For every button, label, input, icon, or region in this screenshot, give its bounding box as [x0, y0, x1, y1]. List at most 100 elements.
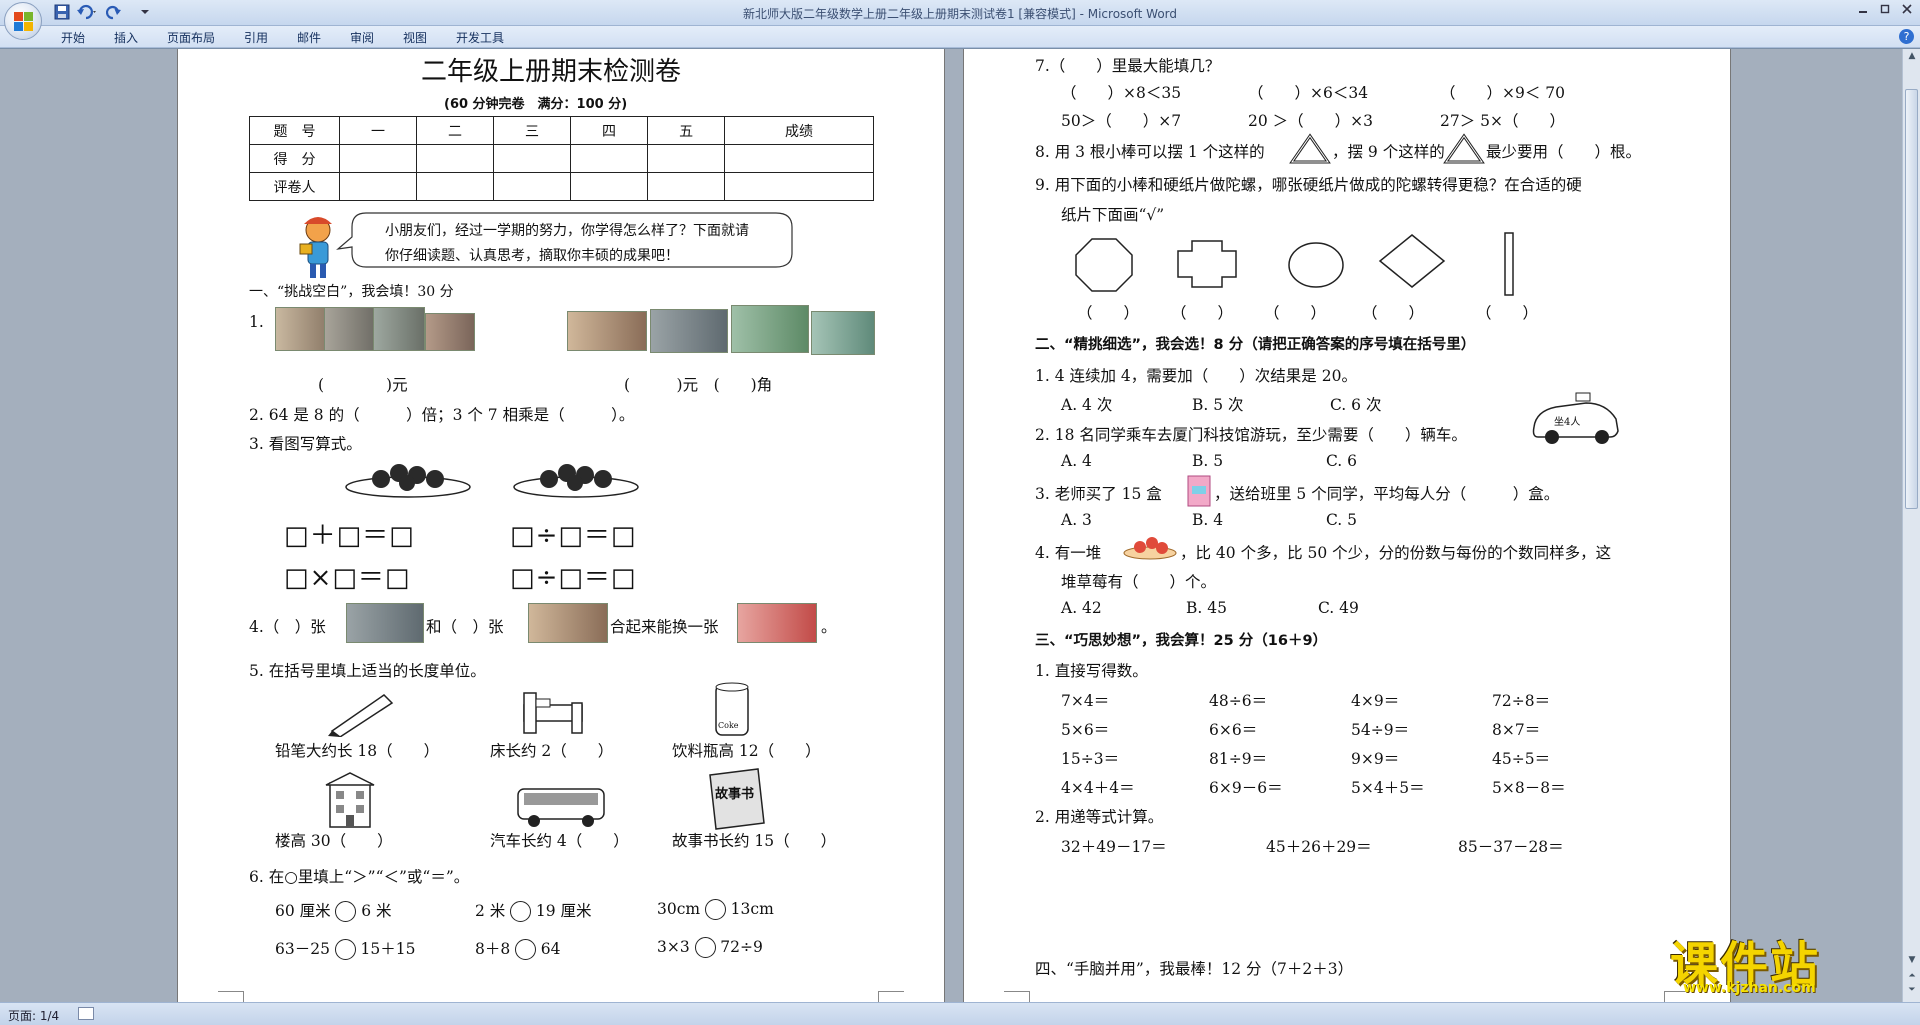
calc-item: 4×4＋4＝ — [1061, 779, 1135, 797]
document-page-1[interactable]: 二年级上册期末检测卷 (60 分钟完卷 满分：100 分) 题 号 一 二 三 … — [177, 49, 945, 1002]
question-4-part: 4.（ ）张 — [249, 618, 326, 636]
table-cell[interactable] — [724, 172, 874, 201]
page-subtitle: (60 分钟完卷 满分：100 分) — [444, 97, 628, 112]
option: C. 5 — [1326, 511, 1358, 529]
compare-circle[interactable] — [334, 939, 356, 960]
q9-blank[interactable]: （ ） — [1476, 301, 1538, 323]
greeting-text: 你仔细读题、认真思考，摘取你丰硕的成果吧！ — [385, 248, 679, 264]
tab-page-layout[interactable]: 页面布局 — [167, 29, 215, 46]
table-cell[interactable] — [570, 172, 649, 201]
q9-blank[interactable]: （ ） — [1362, 301, 1424, 323]
page-corner-mark — [1004, 991, 1030, 1002]
tab-view[interactable]: 视图 — [403, 29, 427, 46]
close-icon[interactable] — [1896, 3, 1918, 21]
compare-circle[interactable] — [510, 901, 532, 922]
scroll-down-icon[interactable]: ▼ — [1905, 955, 1919, 969]
q5-item: 楼高 30（ ） — [275, 832, 393, 850]
compare-row: 3×3 72÷9 — [657, 937, 763, 958]
vertical-scrollbar[interactable]: ▲ ▼ ⏶ ⏷ — [1902, 49, 1920, 1002]
scroll-up-icon[interactable]: ▲ — [1905, 51, 1919, 65]
table-cell[interactable] — [647, 144, 726, 173]
greeting-text: 小朋友们，经过一学期的努力，你学得怎么样了？下面就请 — [385, 223, 749, 239]
next-page-icon[interactable]: ⏷ — [1905, 985, 1919, 999]
scrollbar-thumb[interactable] — [1905, 89, 1918, 509]
shapes-row — [1075, 232, 1514, 296]
compare-circle[interactable] — [515, 939, 537, 960]
question-part: 4. 有一堆 — [1035, 544, 1102, 562]
score-table-header: 题 号 — [249, 116, 340, 145]
calc-item: 4×9＝ — [1351, 692, 1400, 710]
compare-left: 30cm — [657, 900, 701, 918]
compare-left: 60 厘米 — [275, 902, 331, 920]
help-icon[interactable]: ? — [1899, 29, 1914, 44]
question-part: 3. 老师买了 15 盒 — [1035, 485, 1162, 503]
maximize-icon[interactable] — [1874, 3, 1896, 21]
calc-item: 5×8－8＝ — [1492, 779, 1566, 797]
tab-review[interactable]: 审阅 — [350, 29, 374, 46]
compare-row: 2 米 19 厘米 — [475, 899, 592, 922]
banknote-50-image — [324, 307, 376, 351]
table-cell[interactable] — [338, 144, 418, 173]
question: 1. 直接写得数。 — [1035, 662, 1148, 680]
q7-item: 20 ＞（ ）×3 — [1248, 112, 1373, 130]
tab-home[interactable]: 开始 — [61, 29, 85, 46]
section-heading: 一、“挑战空白”，我会填！30 分 — [249, 284, 454, 300]
equation-row: □÷□＝□ — [510, 563, 637, 593]
calc-item: 54÷9＝ — [1351, 721, 1410, 739]
table-cell[interactable] — [493, 172, 572, 201]
question: 2. 用递等式计算。 — [1035, 808, 1164, 826]
calc-item: 9×9＝ — [1351, 750, 1400, 768]
proofing-icon[interactable] — [78, 1007, 94, 1020]
calc-item: 5×4＋5＝ — [1351, 779, 1425, 797]
option: A. 4 次 — [1061, 396, 1113, 414]
prev-page-icon[interactable]: ⏶ — [1905, 971, 1919, 985]
score-table-header: 四 — [570, 116, 649, 145]
section-heading: 三、“巧思妙想”，我会算！25 分（16＋9） — [1035, 633, 1328, 649]
banknote-image — [731, 305, 809, 353]
table-cell[interactable] — [570, 144, 649, 173]
question-8-part: 8. 用 3 根小棒可以摆 1 个这样的 — [1035, 143, 1265, 161]
table-cell[interactable] — [416, 172, 495, 201]
calc-item: 48÷6＝ — [1209, 692, 1268, 710]
tab-references[interactable]: 引用 — [244, 29, 268, 46]
question-number: 1. — [249, 313, 264, 331]
minimize-icon[interactable] — [1852, 3, 1874, 21]
q9-blank[interactable]: （ ） — [1077, 301, 1139, 323]
compare-left: 3×3 — [657, 938, 690, 956]
building-icon — [325, 772, 375, 828]
office-button[interactable] — [4, 2, 42, 40]
tab-mailings[interactable]: 邮件 — [297, 29, 321, 46]
compare-circle[interactable] — [335, 901, 357, 922]
compare-row: 60 厘米 6 米 — [275, 899, 392, 922]
table-cell[interactable] — [493, 144, 572, 173]
q5-item: 汽车长约 4（ ） — [490, 832, 629, 850]
calc-item: 6×9－6＝ — [1209, 779, 1283, 797]
bus-icon — [517, 788, 605, 827]
tab-developer[interactable]: 开发工具 — [456, 29, 504, 46]
q7-item: （ ）×8＜35 — [1061, 84, 1182, 102]
compare-circle[interactable] — [694, 937, 716, 958]
page-indicator[interactable]: 页面: 1/4 — [8, 1007, 59, 1024]
option: C. 49 — [1318, 599, 1359, 617]
table-cell[interactable] — [416, 144, 495, 173]
compare-right: 13cm — [730, 900, 774, 918]
q5-item: 故事书长约 15（ ） — [672, 832, 837, 850]
table-cell[interactable] — [647, 172, 726, 201]
banknote-image — [811, 311, 875, 355]
ellipse-icon — [1288, 242, 1344, 288]
banknote-20-image — [275, 307, 327, 351]
score-table-header: 二 — [416, 116, 495, 145]
question-4-part: 。 — [821, 618, 837, 636]
question-4-part: 合起来能换一张 — [610, 618, 719, 636]
section-heading: 二、“精挑细选”，我会选！8 分（请把正确答案的序号填在括号里） — [1035, 337, 1476, 353]
q9-blank[interactable]: （ ） — [1264, 301, 1326, 323]
q5-item: 铅笔大约长 18（ ） — [275, 742, 440, 760]
compare-circle[interactable] — [704, 899, 726, 920]
table-cell[interactable] — [338, 172, 418, 201]
strawberry-plate-icon — [513, 464, 639, 498]
table-cell[interactable] — [724, 144, 874, 173]
triangle-stick-icon — [1443, 133, 1485, 164]
q9-blank[interactable]: （ ） — [1171, 301, 1233, 323]
tab-insert[interactable]: 插入 — [114, 29, 138, 46]
document-page-2[interactable]: 7.（ ）里最大能填几？ （ ）×8＜35 （ ）×6＜34 （ ）×9＜ 70… — [963, 49, 1731, 1002]
